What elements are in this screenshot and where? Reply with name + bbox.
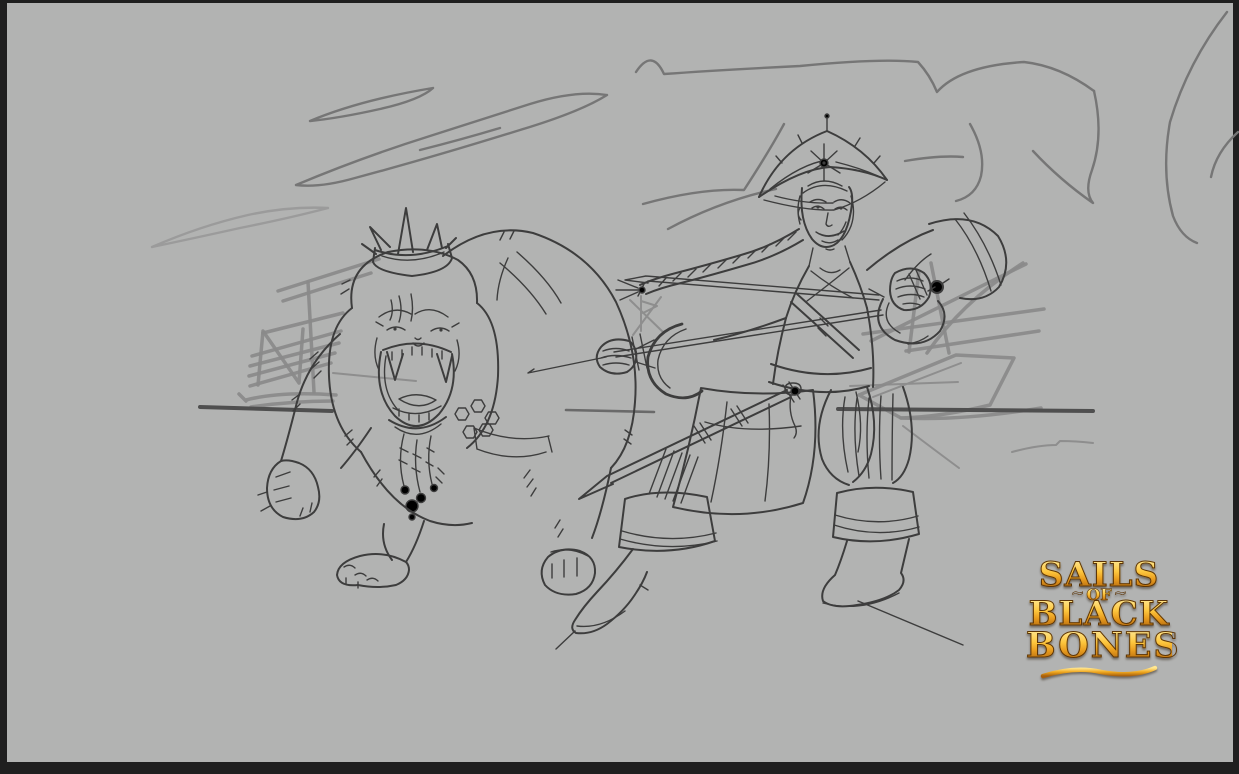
beast-mouth: [379, 343, 454, 434]
logo-tilde-left: ~: [1071, 583, 1084, 602]
beast-crown: [362, 208, 456, 276]
beast-left-arm: [258, 334, 371, 519]
junk-ship-sketch-right: [850, 263, 1093, 468]
beast-fur-ticks: [292, 231, 632, 537]
pirate-braid: [616, 229, 803, 300]
pirate-hat: [759, 114, 887, 210]
logo-tilde-right: ~: [1114, 583, 1127, 602]
logo-line-bones: BONES: [1026, 630, 1172, 662]
pirate-face: [798, 181, 854, 266]
game-logo: SAILS ~OF~ BLACK BONES: [1026, 560, 1172, 680]
hat-star-emblem: [808, 144, 840, 181]
cloud-outlines: [152, 12, 1238, 247]
app-window: SAILS ~OF~ BLACK BONES: [0, 0, 1239, 774]
pirate-right-leg-boot: [819, 387, 963, 645]
pirate-collar-bandolier: [786, 262, 867, 358]
beast-head: [329, 249, 498, 452]
beast-hind-foot: [337, 521, 424, 588]
beast-rear-arm: [542, 468, 611, 595]
pirate-left-leg-boot: [556, 449, 717, 649]
pirate-swordswoman: [528, 114, 1006, 649]
